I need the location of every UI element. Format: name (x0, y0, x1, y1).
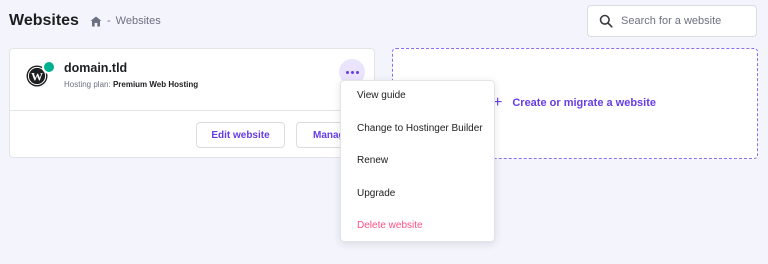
domain-name[interactable]: domain.tld (64, 61, 127, 75)
hosting-plan: Hosting plan: Premium Web Hosting (64, 80, 198, 89)
breadcrumb-separator: - (107, 15, 111, 27)
card-divider (10, 110, 374, 111)
more-dot (350, 70, 354, 74)
create-website-label: Create or migrate a website (512, 97, 657, 109)
menu-item-change-builder[interactable]: Change to Hostinger Builder (357, 123, 483, 134)
hosting-plan-value: Premium Web Hosting (112, 80, 199, 89)
search-input[interactable] (621, 15, 741, 27)
page-title: Websites (9, 12, 79, 29)
website-card: W domain.tld Hosting plan: Premium Web H… (9, 48, 375, 158)
edit-website-button[interactable]: Edit website (196, 122, 285, 148)
svg-text:W: W (31, 69, 43, 83)
menu-item-delete-website[interactable]: Delete website (357, 220, 423, 231)
search-icon (599, 14, 613, 28)
website-options-menu: View guide Change to Hostinger Builder R… (340, 80, 495, 242)
breadcrumb: - Websites (90, 15, 161, 27)
home-icon[interactable] (90, 16, 102, 27)
menu-item-renew[interactable]: Renew (357, 155, 388, 166)
search-box[interactable] (587, 5, 757, 37)
menu-item-upgrade[interactable]: Upgrade (357, 188, 395, 199)
status-indicator (42, 60, 56, 74)
hosting-plan-label: Hosting plan: (64, 80, 111, 89)
more-dot (355, 70, 359, 74)
more-dot (345, 70, 349, 74)
menu-item-view-guide[interactable]: View guide (357, 90, 406, 101)
breadcrumb-current: Websites (115, 15, 161, 27)
